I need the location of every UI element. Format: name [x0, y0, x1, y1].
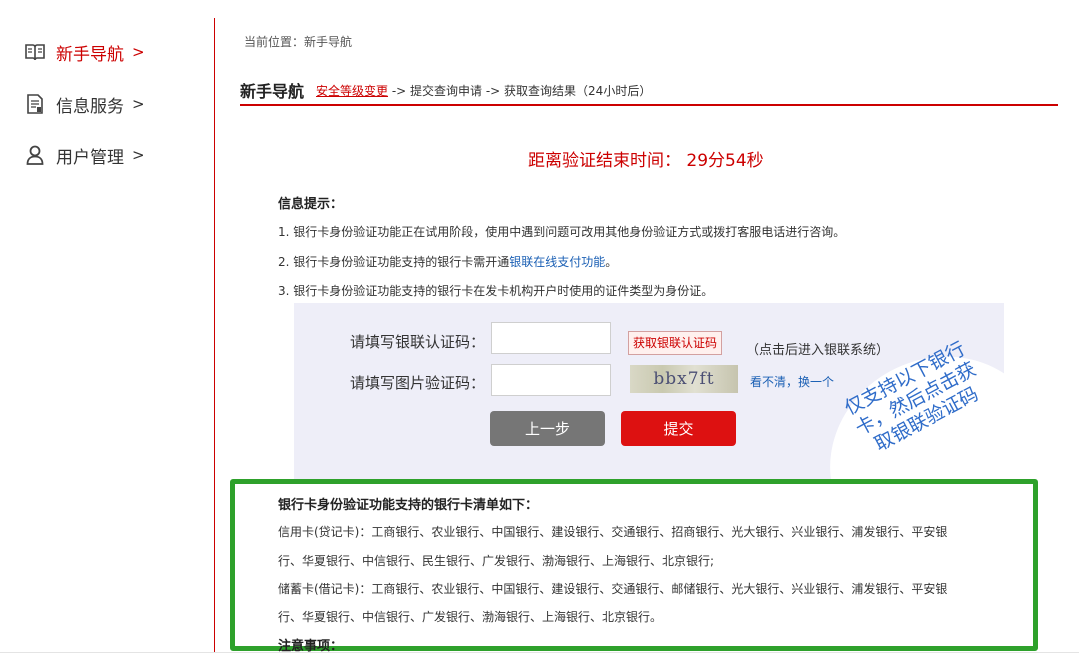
unionpay-code-input[interactable] [491, 322, 611, 354]
sidebar-item-user-management[interactable]: 用户管理 > [24, 142, 145, 168]
sms-code-label: 请填写银联认证码： [350, 333, 486, 351]
page-title: 新手导航 [240, 82, 305, 101]
debit-card-banks-line-1: 储蓄卡(借记卡)：工商银行、农业银行、中国银行、建设银行、交通银行、邮储银行、光… [278, 582, 948, 596]
captcha-image[interactable]: bbx7ft [630, 365, 738, 393]
step-flow-rest: -> 提交查询申请 -> 获取查询结果（24小时后） [388, 84, 652, 98]
verification-form: 请填写银联认证码： 获取银联认证码 （点击后进入银联系统） 请填写图片验证码： … [294, 303, 1004, 481]
bottom-divider [0, 652, 1079, 653]
previous-step-button[interactable]: 上一步 [490, 411, 605, 446]
sidebar-item-guide[interactable]: 新手导航 > [24, 39, 145, 65]
sidebar-item-info-service[interactable]: 信息服务 > [24, 91, 145, 117]
info-line-2: 2. 银行卡身份验证功能支持的银行卡需开通银联在线支付功能。 [278, 253, 617, 270]
book-icon [24, 41, 46, 63]
info-title: 信息提示： [278, 197, 344, 212]
chevron-right-icon: > [132, 146, 145, 164]
info-line-2-end: 。 [605, 255, 618, 269]
captcha-input[interactable] [491, 364, 611, 396]
info-line-3: 3. 银行卡身份验证功能支持的银行卡在发卡机构开户时使用的证件类型为身份证。 [278, 284, 714, 298]
sidebar-item-label: 信息服务 [56, 96, 124, 117]
user-icon [24, 144, 46, 166]
info-line-2-text: 2. 银行卡身份验证功能支持的银行卡需开通 [278, 255, 510, 269]
get-unionpay-code-button[interactable]: 获取银联认证码 [628, 331, 723, 355]
document-icon [24, 93, 46, 115]
bank-list-title: 银行卡身份验证功能支持的银行卡清单如下： [278, 498, 539, 513]
chevron-right-icon: > [132, 43, 145, 61]
sidebar-item-label: 用户管理 [56, 147, 124, 168]
page-header: 新手导航 安全等级变更 -> 提交查询申请 -> 获取查询结果（24小时后） [240, 78, 1058, 106]
info-line-1: 1. 银行卡身份验证功能正在试用阶段，使用中遇到问题可改用其他身份验证方式或拨打… [278, 225, 846, 239]
debit-card-banks-line-2: 行、华夏银行、中信银行、广发银行、渤海银行、上海银行、北京银行。 [278, 610, 663, 624]
sidebar-divider [214, 18, 215, 652]
refresh-captcha-link[interactable]: 看不清，换一个 [750, 373, 834, 390]
credit-card-banks-line-2: 行、华夏银行、中信银行、民生银行、广发银行、渤海银行、上海银行、北京银行; [278, 554, 715, 568]
countdown-timer: 距离验证结束时间： 29分54秒 [528, 151, 764, 171]
step-security-level-link[interactable]: 安全等级变更 [316, 84, 388, 98]
captcha-label: 请填写图片验证码： [350, 374, 486, 392]
breadcrumb: 当前位置：新手导航 [244, 35, 353, 49]
credit-card-banks-line-1: 信用卡(贷记卡)：工商银行、农业银行、中国银行、建设银行、交通银行、招商银行、光… [278, 525, 948, 539]
submit-button[interactable]: 提交 [621, 411, 736, 446]
sidebar-item-label: 新手导航 [56, 44, 124, 65]
chevron-right-icon: > [132, 95, 145, 113]
step-flow: 安全等级变更 -> 提交查询申请 -> 获取查询结果（24小时后） [316, 82, 651, 99]
sms-hint: （点击后进入银联系统） [746, 343, 890, 358]
sidebar: 新手导航 > 信息服务 > 用户管理 > [0, 0, 214, 652]
unionpay-online-link[interactable]: 银联在线支付功能 [509, 255, 605, 269]
